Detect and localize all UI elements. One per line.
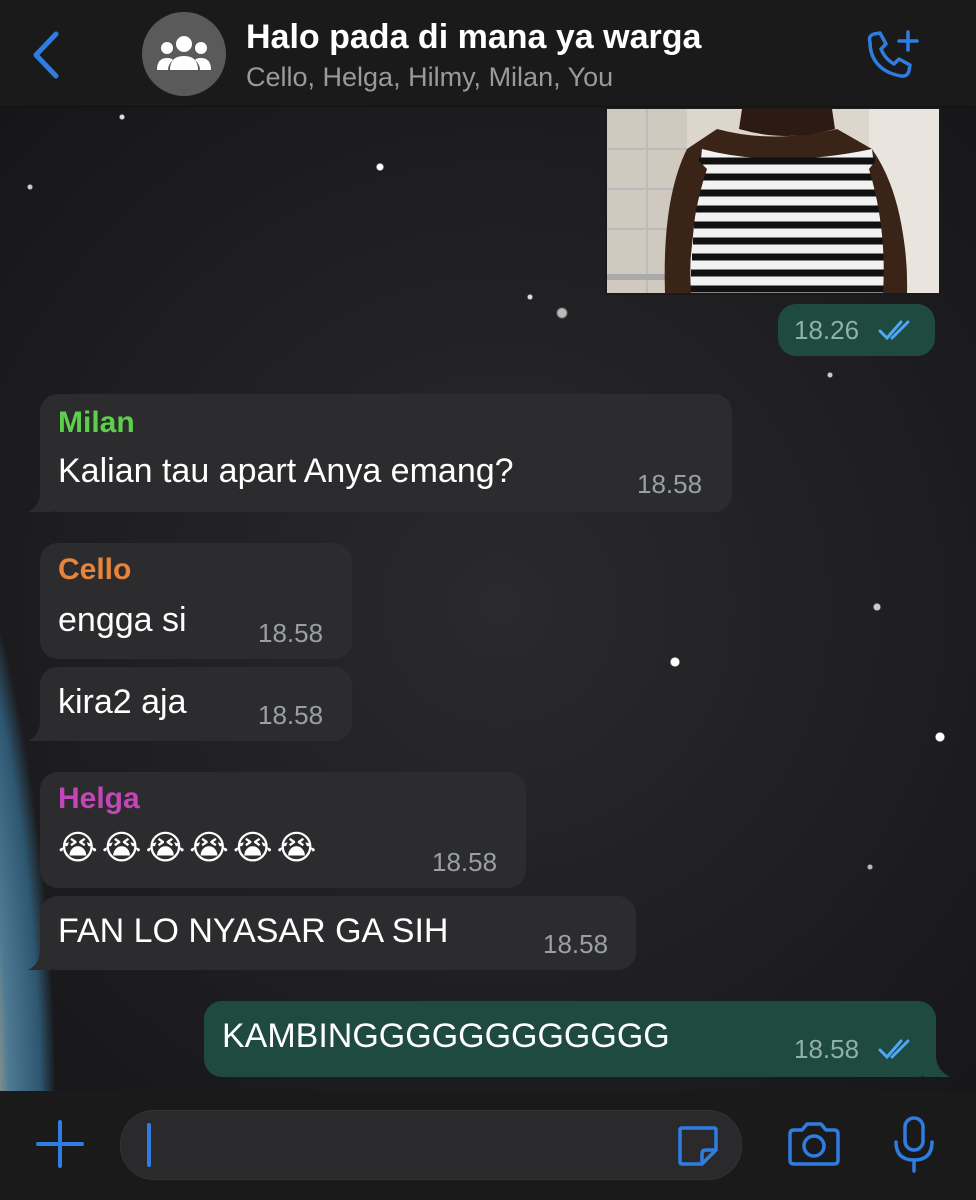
message-emoji: 😭😭😭😭😭😭 <box>58 829 321 867</box>
message-bubble[interactable]: kira2 aja 18.58 <box>28 667 352 741</box>
message-text: engga si <box>58 601 187 639</box>
mic-icon[interactable] <box>892 1116 936 1174</box>
message-time: 18.58 <box>258 618 324 648</box>
read-ticks-icon <box>878 320 910 341</box>
add-call-icon[interactable] <box>862 30 922 82</box>
message-time: 18.58 <box>794 1034 860 1064</box>
message-time: 18.58 <box>432 847 498 877</box>
chat-area[interactable]: 18.26 Milan Kalian tau apart Anya emang?… <box>0 107 976 1091</box>
message-bubble[interactable]: Cello engga si 18.58 <box>40 543 352 659</box>
message-bubble[interactable]: Milan Kalian tau apart Anya emang? 18.58 <box>28 394 732 512</box>
camera-icon[interactable] <box>786 1120 842 1168</box>
photo-message[interactable] <box>605 107 941 295</box>
message-input[interactable] <box>120 1110 742 1180</box>
bubble-tail <box>28 721 52 741</box>
group-avatar[interactable] <box>142 12 226 96</box>
chat-header: Halo pada di mana ya warga Cello, Helga,… <box>0 0 976 107</box>
sender-name[interactable]: Milan <box>58 406 135 440</box>
message-bubble[interactable]: Helga 😭😭😭😭😭😭 18.58 <box>40 772 526 888</box>
bubble-tail <box>28 492 52 512</box>
message-text: Kalian tau apart Anya emang? <box>58 452 514 490</box>
read-ticks-icon <box>878 1039 910 1060</box>
back-chevron-icon[interactable] <box>26 30 66 80</box>
message-time: 18.58 <box>637 469 703 499</box>
message-time: 18.58 <box>258 700 324 730</box>
photo-status-bubble[interactable]: 18.26 <box>778 304 935 356</box>
message-text: KAMBINGGGGGGGGGGGG <box>222 1017 670 1055</box>
bubble-tail <box>924 1055 950 1077</box>
group-avatar-icon <box>157 36 211 70</box>
sender-name[interactable]: Cello <box>58 553 131 587</box>
sticker-icon[interactable] <box>676 1124 720 1168</box>
message-bubble[interactable]: KAMBINGGGGGGGGGGGG 18.58 <box>204 1001 950 1077</box>
plus-icon[interactable] <box>36 1120 84 1168</box>
sender-name[interactable]: Helga <box>58 782 140 816</box>
message-text: kira2 aja <box>58 683 187 721</box>
message-time: 18.26 <box>794 315 860 345</box>
photo-image <box>607 109 939 293</box>
text-caret <box>147 1123 151 1167</box>
message-time: 18.58 <box>543 929 609 959</box>
chat-participants[interactable]: Cello, Helga, Hilmy, Milan, You <box>246 62 613 93</box>
chat-title[interactable]: Halo pada di mana ya warga <box>246 18 701 57</box>
message-bubble[interactable]: FAN LO NYASAR GA SIH 18.58 <box>28 896 636 970</box>
bubble-tail <box>28 950 52 970</box>
message-text: FAN LO NYASAR GA SIH <box>58 912 449 950</box>
